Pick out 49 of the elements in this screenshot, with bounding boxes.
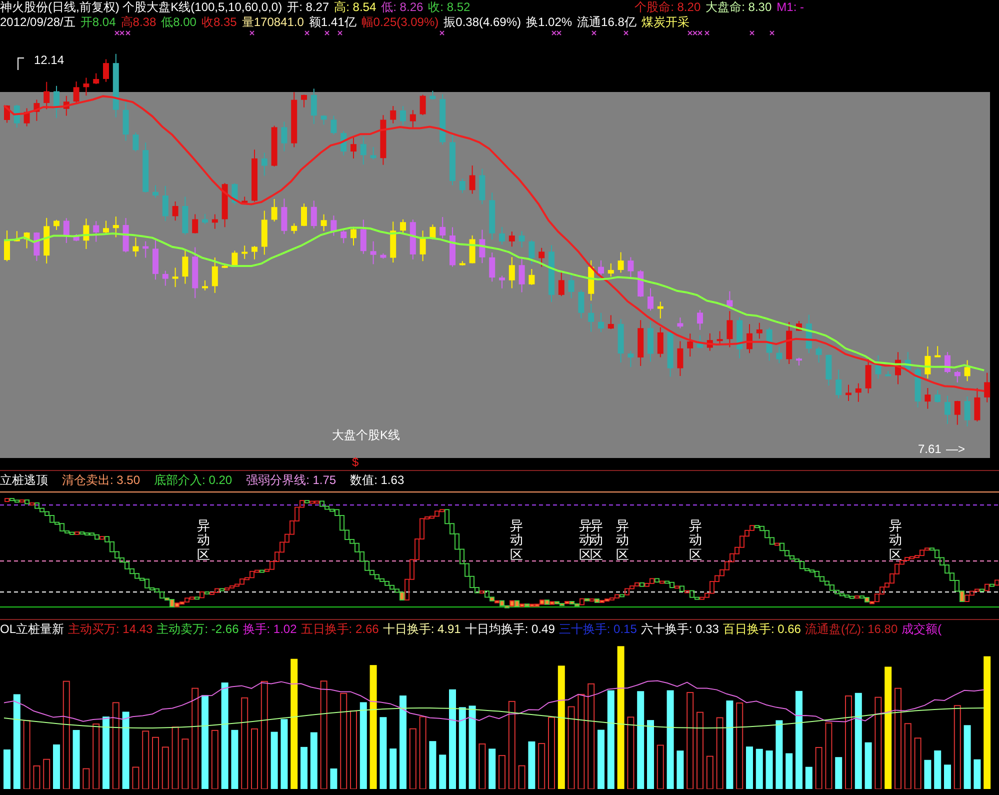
header-text: 开: 8.27 (287, 0, 330, 15)
quote-text: 振0.38(4.69%) (444, 15, 522, 30)
volume-legend-text: 十日换手: 4.91 (382, 622, 461, 636)
volume-legend-text: 百日换手: 0.66 (722, 622, 801, 636)
zone-label: 异动区 (579, 519, 592, 562)
quote-text: 2012/09/28/五 (0, 15, 76, 30)
zone-label: 异动区 (889, 519, 902, 562)
quote-text: 额1.41亿 (308, 15, 356, 30)
indicator-legend-text: 清仓卖出: 3.50 (62, 472, 140, 488)
header-text: 个股命: 8.20 (634, 0, 701, 15)
zone-label: 异动区 (590, 519, 603, 562)
zone-label: 异动区 (510, 519, 523, 562)
volume-legend-text: 主动卖万: -2.66 (156, 622, 239, 636)
header-text: 神火股份(日线,前复权) 个股大盘K线(100,5,10,60,0,0) (0, 0, 282, 15)
volume-legend-text: 六十换手: 0.33 (640, 622, 719, 636)
volume-legend-text: 流通盘(亿): 16.80 (804, 622, 898, 636)
quote-text: 低8.00 (161, 15, 196, 30)
header-text: 大盘命: 8.30 (706, 0, 772, 15)
chart-title: 大盘个股K线 (332, 428, 400, 442)
quote-text: 收8.35 (201, 15, 237, 30)
quote-text: 流通16.8亿 (577, 15, 636, 30)
high-price-label: 12.14 (34, 53, 64, 67)
quote-text: 高8.38 (120, 15, 156, 30)
header-text: M1: - (776, 0, 804, 15)
header-text: 高: 8.54 (334, 0, 376, 15)
volume-legend-text: 主动买万: 14.43 (68, 622, 153, 636)
quote-text: 换1.02% (526, 15, 572, 30)
volume-legend-text: 十日均换手: 0.49 (464, 622, 555, 636)
quote-text: 开8.04 (80, 15, 116, 30)
volume-legend-text: 成交额( (902, 622, 942, 636)
zone-label: 异动区 (616, 519, 629, 562)
header-text: 低: 8.26 (381, 0, 424, 15)
quote-text: 量170841.0 (242, 15, 304, 30)
indicator-legend-text: 数值: 1.63 (350, 472, 404, 488)
indicator-legend-text: 立桩逃顶 (0, 472, 48, 488)
indicator-legend-text: 底部介入: 0.20 (154, 472, 232, 488)
low-price-label: 7.61 (918, 442, 942, 456)
zone-label: 异动区 (689, 519, 702, 562)
arrow-text: —> (946, 442, 966, 456)
volume-legend-text: 换手: 1.02 (242, 622, 297, 636)
indicator-legend-text: 强弱分界线: 1.75 (246, 472, 336, 488)
volume-legend-text: OL立桩量新 (0, 622, 64, 636)
volume-legend-text: 五日换手: 2.66 (300, 622, 379, 636)
marker-text: $ (352, 455, 359, 469)
header-text: 收: 8.52 (428, 0, 470, 15)
quote-text: 煤炭开采 (641, 15, 690, 30)
zone-label: 异动区 (197, 519, 210, 562)
volume-legend-text: 三十换手: 0.15 (558, 622, 637, 636)
quote-text: 幅0.25(3.09%) (361, 15, 439, 30)
